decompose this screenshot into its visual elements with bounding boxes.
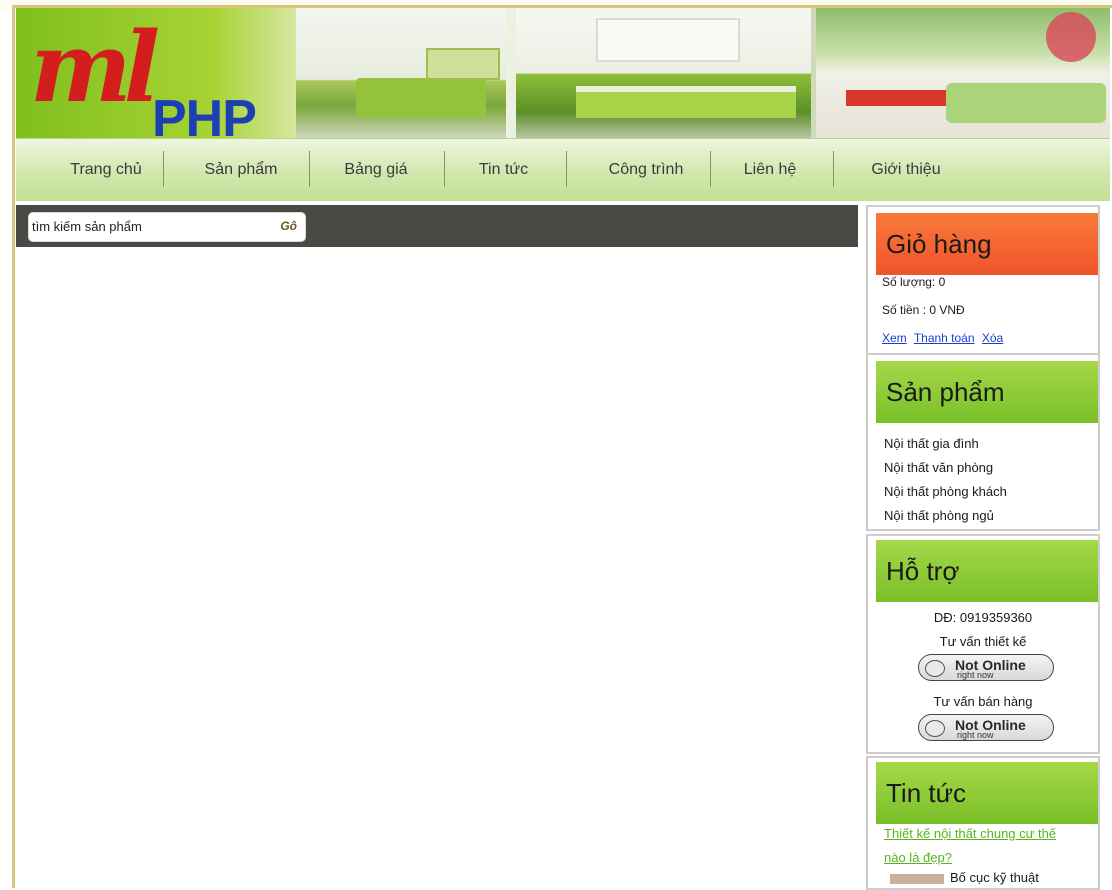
news-link[interactable]: Thiết kế nội thất chung cư thế — [884, 826, 1056, 841]
nav-divider — [163, 151, 164, 187]
category-item[interactable]: Nội thất phòng khách — [884, 484, 1007, 499]
bed-shape — [356, 78, 486, 118]
chat-face-icon — [925, 720, 945, 737]
design-status-button[interactable]: Not Online right now — [918, 654, 1054, 681]
news-snippet: Bố cục kỹ thuật — [950, 870, 1039, 885]
status-subtext: right now — [957, 730, 994, 740]
header-banner: ml PHP — [16, 8, 1110, 138]
support-title: Hỗ trợ — [876, 540, 1098, 602]
nav-divider — [309, 151, 310, 187]
flower-shape — [1046, 12, 1096, 62]
cart-box: Giỏ hàng Số lượng: 0 Số tiền : 0 VNĐ Xem… — [866, 205, 1100, 355]
banner-kitchen-image — [516, 8, 811, 138]
support-box: Hỗ trợ DĐ: 0919359360 Tư vấn thiết kế No… — [866, 534, 1100, 754]
cabinet-shape — [596, 18, 740, 62]
search-bar: tìm kiếm sản phẩm Gô — [16, 205, 858, 247]
category-item[interactable]: Nội thất gia đình — [884, 436, 979, 451]
banner-livingroom-image — [816, 8, 1110, 138]
banner-bedroom-image — [296, 8, 506, 138]
nav-item-products[interactable]: Sản phẩm — [176, 139, 306, 201]
sofa-shape — [946, 83, 1106, 123]
shelf-shape — [426, 48, 500, 80]
logo-php[interactable]: PHP — [152, 93, 257, 138]
support-design-label: Tư vấn thiết kế — [939, 634, 1027, 649]
cart-clear-link[interactable]: Xóa — [982, 331, 1003, 345]
cart-checkout-link[interactable]: Thanh toán — [914, 331, 975, 345]
nav-item-home[interactable]: Trang chủ — [46, 139, 166, 201]
chat-face-icon — [925, 660, 945, 677]
cart-links: Xem Thanh toán Xóa — [882, 331, 1007, 345]
nav-item-news[interactable]: Tin tức — [446, 139, 561, 201]
support-phone: DĐ: 0919359360 — [933, 610, 1033, 625]
search-input[interactable]: tìm kiếm sản phẩm Gô — [28, 212, 306, 242]
products-box: Sản phẩm Nội thất gia đình Nội thất văn … — [866, 353, 1100, 531]
logo-ml[interactable]: ml — [30, 18, 160, 118]
sales-status-button[interactable]: Not Online right now — [918, 714, 1054, 741]
news-box: Tin tức Thiết kế nội thất chung cư thế n… — [866, 756, 1100, 890]
cart-view-link[interactable]: Xem — [882, 331, 907, 345]
nav-divider — [833, 151, 834, 187]
search-go-button[interactable]: Gô — [280, 219, 297, 233]
news-title: Tin tức — [876, 762, 1098, 824]
category-item[interactable]: Nội thất văn phòng — [884, 460, 993, 475]
nav-item-prices[interactable]: Bảng giá — [316, 139, 436, 201]
counter-shape — [576, 86, 796, 118]
cart-title: Giỏ hàng — [876, 213, 1098, 275]
nav-item-about[interactable]: Giới thiệu — [846, 139, 966, 201]
cart-amount: Số tiền : 0 VNĐ — [882, 303, 965, 317]
nav-divider — [444, 151, 445, 187]
nav-item-contact[interactable]: Liên hệ — [716, 139, 824, 201]
category-item[interactable]: Nội thất phòng ngủ — [884, 508, 994, 523]
nav-item-projects[interactable]: Công trình — [576, 139, 716, 201]
status-subtext: right now — [957, 670, 994, 680]
nav-divider — [710, 151, 711, 187]
news-link-continued[interactable]: nào là đẹp? — [884, 850, 952, 865]
search-placeholder: tìm kiếm sản phẩm — [32, 219, 142, 234]
support-sales-label: Tư vấn bán hàng — [933, 694, 1033, 709]
main-nav: Trang chủ Sản phẩm Bảng giá Tin tức Công… — [16, 138, 1110, 201]
cart-quantity: Số lượng: 0 — [882, 275, 946, 289]
products-title: Sản phẩm — [876, 361, 1098, 423]
nav-divider — [566, 151, 567, 187]
